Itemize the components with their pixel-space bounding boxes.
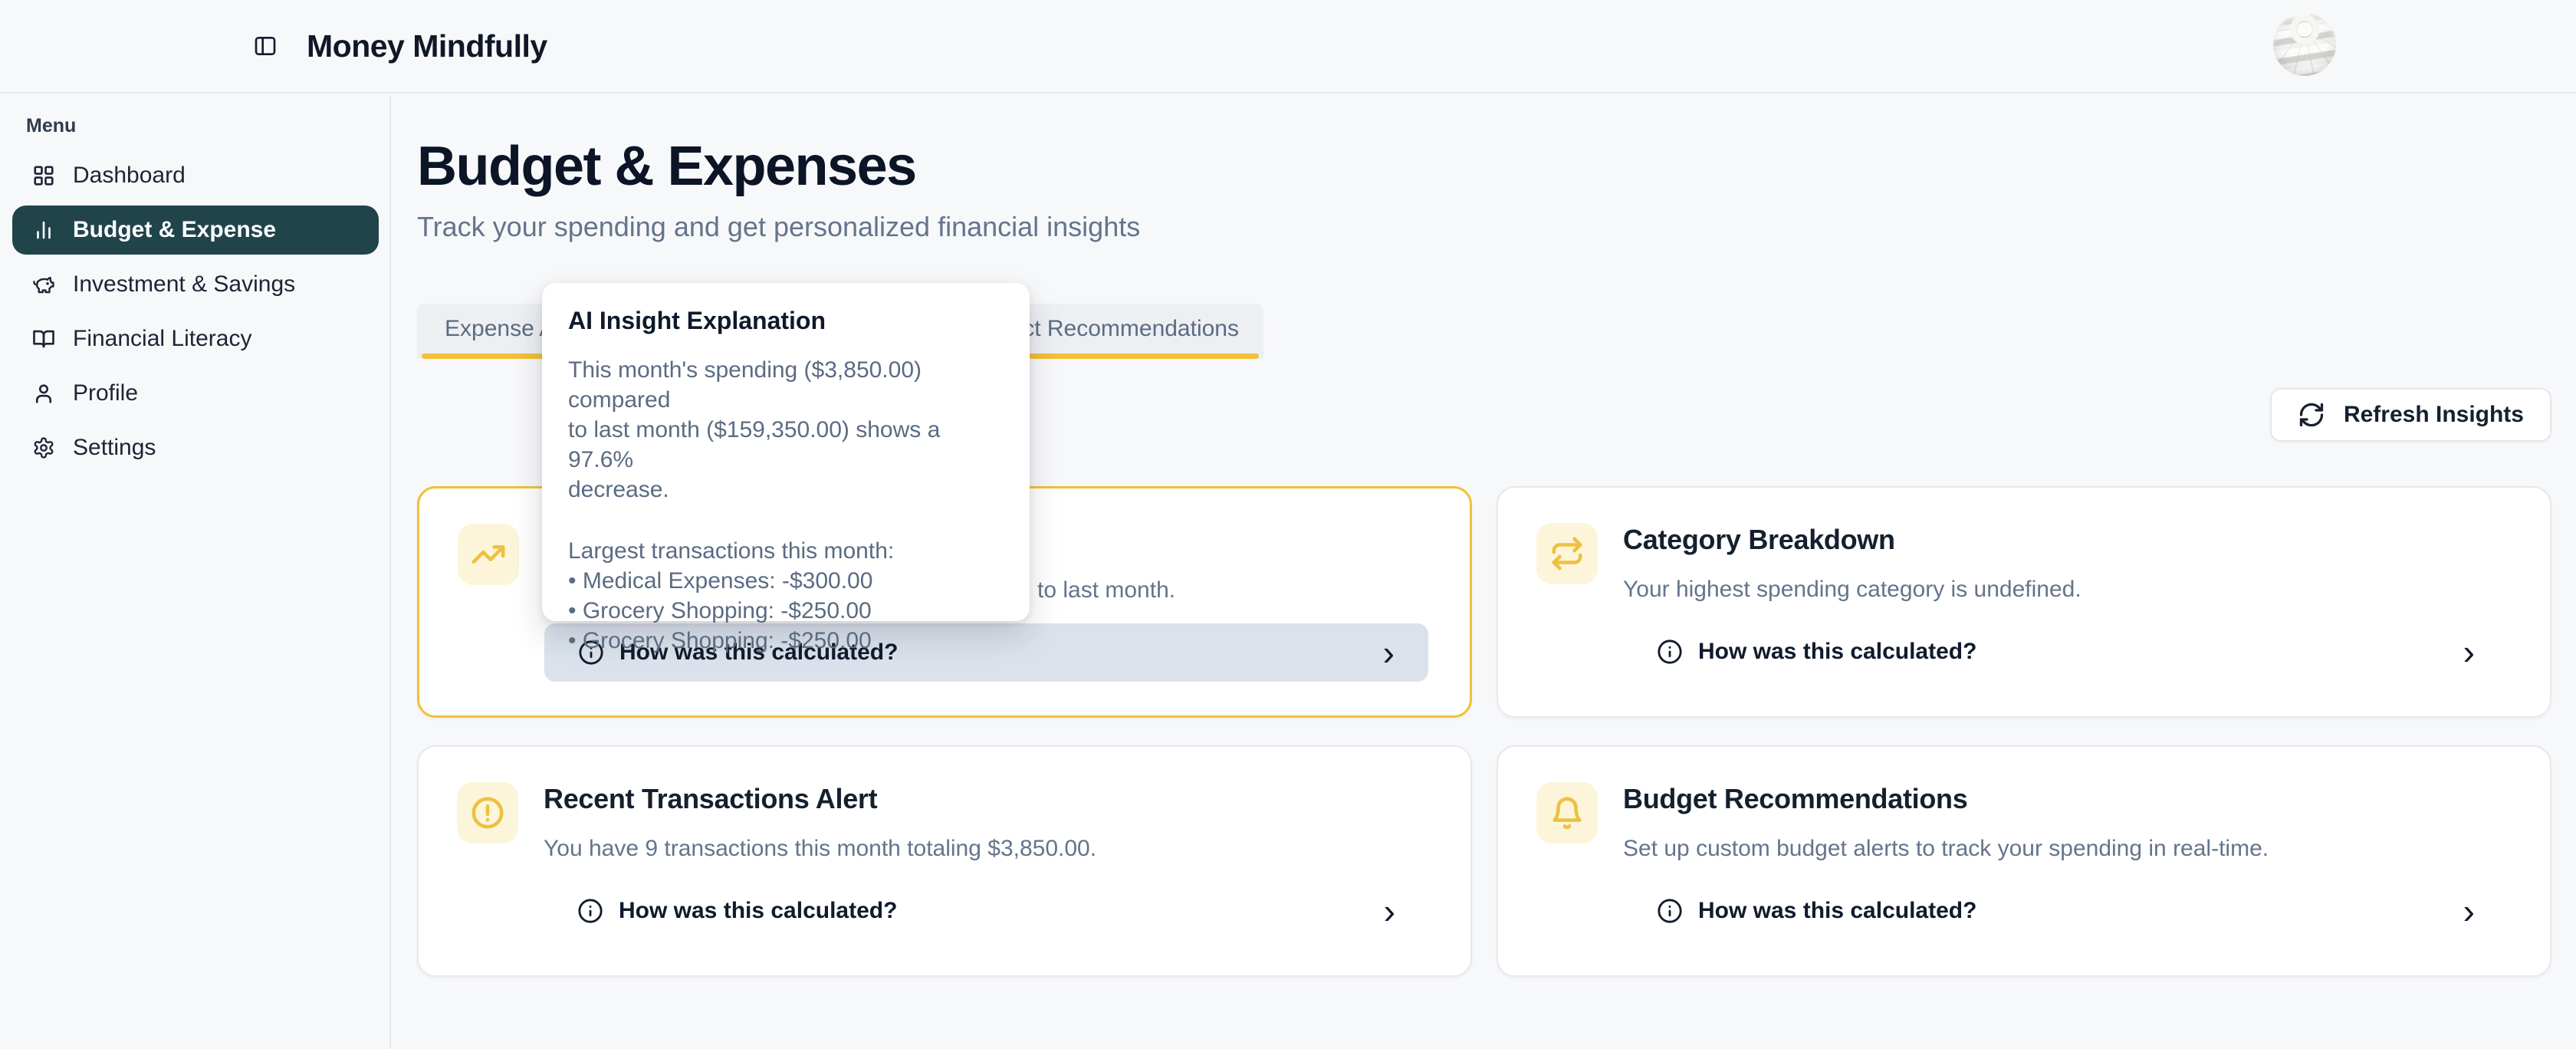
piggy-bank-icon <box>32 273 55 296</box>
how-calculated-label: How was this calculated? <box>1698 639 2448 665</box>
bell-icon <box>1536 782 1598 843</box>
sidebar-item-financial-literacy[interactable]: Financial Literacy <box>12 314 379 363</box>
sidebar-item-dashboard[interactable]: Dashboard <box>12 151 379 200</box>
tooltip-line: decrease. <box>568 475 1004 505</box>
card-title: Budget Recommendations <box>1623 782 2509 816</box>
app-title: Money Mindfully <box>307 28 547 64</box>
sidebar-item-label: Investment & Savings <box>73 271 295 298</box>
sidebar: Menu Dashboard Budget & Expense Investme… <box>0 95 391 1049</box>
card-recent-transactions: Recent Transactions Alert You have 9 tra… <box>417 745 1472 977</box>
info-icon <box>577 898 603 924</box>
how-calculated-link[interactable]: How was this calculated? › <box>1623 882 2509 940</box>
dashboard-icon <box>32 164 55 187</box>
sidebar-menu-label: Menu <box>26 115 389 137</box>
how-calculated-label: How was this calculated? <box>1698 898 2448 924</box>
ai-insight-tooltip: AI Insight Explanation This month's spen… <box>542 283 1030 621</box>
chevron-right-icon: › <box>2463 634 2475 669</box>
chevron-right-icon: › <box>1383 635 1395 670</box>
gear-icon <box>32 436 55 459</box>
page-subtitle: Track your spending and get personalized… <box>417 210 2551 244</box>
app-header: Money Mindfully <box>0 0 2576 94</box>
chevron-right-icon: › <box>1384 893 1395 929</box>
tooltip-list-item: • Grocery Shopping: -$250.00 <box>568 596 1004 626</box>
card-title: Category Breakdown <box>1623 523 2509 557</box>
alert-circle-icon <box>457 782 518 843</box>
page-title: Budget & Expenses <box>417 133 2551 199</box>
card-description: You have 9 transactions this month total… <box>544 834 1429 863</box>
user-icon <box>32 382 55 405</box>
card-description: Set up custom budget alerts to track you… <box>1623 834 2509 863</box>
sidebar-item-investment-savings[interactable]: Investment & Savings <box>12 260 379 309</box>
sidebar-item-label: Profile <box>73 380 138 406</box>
refresh-icon <box>2298 401 2325 429</box>
book-open-icon <box>32 327 55 350</box>
card-category-breakdown: Category Breakdown Your highest spending… <box>1497 486 2551 718</box>
sidebar-item-label: Settings <box>73 435 156 461</box>
tooltip-list-item: • Grocery Shopping: -$250.00 <box>568 626 1004 656</box>
bar-chart-icon <box>32 219 55 242</box>
refresh-insights-button[interactable]: Refresh Insights <box>2270 388 2551 442</box>
sidebar-toggle-button[interactable] <box>247 28 284 64</box>
sidebar-item-label: Dashboard <box>73 163 186 189</box>
tooltip-list-item: • Medical Expenses: -$300.00 <box>568 566 1004 596</box>
repeat-icon <box>1536 523 1598 584</box>
card-title: Recent Transactions Alert <box>544 782 1429 816</box>
tooltip-paragraph: This month's spending ($3,850.00) compar… <box>568 355 1004 505</box>
how-calculated-label: How was this calculated? <box>619 898 1368 924</box>
info-icon <box>1657 639 1683 665</box>
trending-up-icon <box>458 524 519 585</box>
info-icon <box>1657 898 1683 924</box>
tooltip-line: This month's spending ($3,850.00) compar… <box>568 355 1004 415</box>
sidebar-item-label: Financial Literacy <box>73 326 251 352</box>
chevron-right-icon: › <box>2463 893 2475 929</box>
tooltip-title: AI Insight Explanation <box>568 306 1004 335</box>
how-calculated-link[interactable]: How was this calculated? › <box>1623 623 2509 681</box>
tooltip-list-header: Largest transactions this month: <box>568 536 1004 566</box>
card-budget-recommendations: Budget Recommendations Set up custom bud… <box>1497 745 2551 977</box>
card-description: Your highest spending category is undefi… <box>1623 575 2509 604</box>
sidebar-item-settings[interactable]: Settings <box>12 423 379 472</box>
tooltip-transactions-list: Largest transactions this month: • Medic… <box>568 536 1004 656</box>
sidebar-item-budget-expense[interactable]: Budget & Expense <box>12 206 379 255</box>
how-calculated-link[interactable]: How was this calculated? › <box>544 882 1429 940</box>
sidebar-item-label: Budget & Expense <box>73 217 276 243</box>
sidebar-item-profile[interactable]: Profile <box>12 369 379 418</box>
tooltip-line: to last month ($159,350.00) shows a 97.6… <box>568 415 1004 475</box>
panel-left-icon <box>253 34 278 58</box>
user-avatar[interactable] <box>2273 13 2336 76</box>
refresh-insights-label: Refresh Insights <box>2344 402 2524 428</box>
